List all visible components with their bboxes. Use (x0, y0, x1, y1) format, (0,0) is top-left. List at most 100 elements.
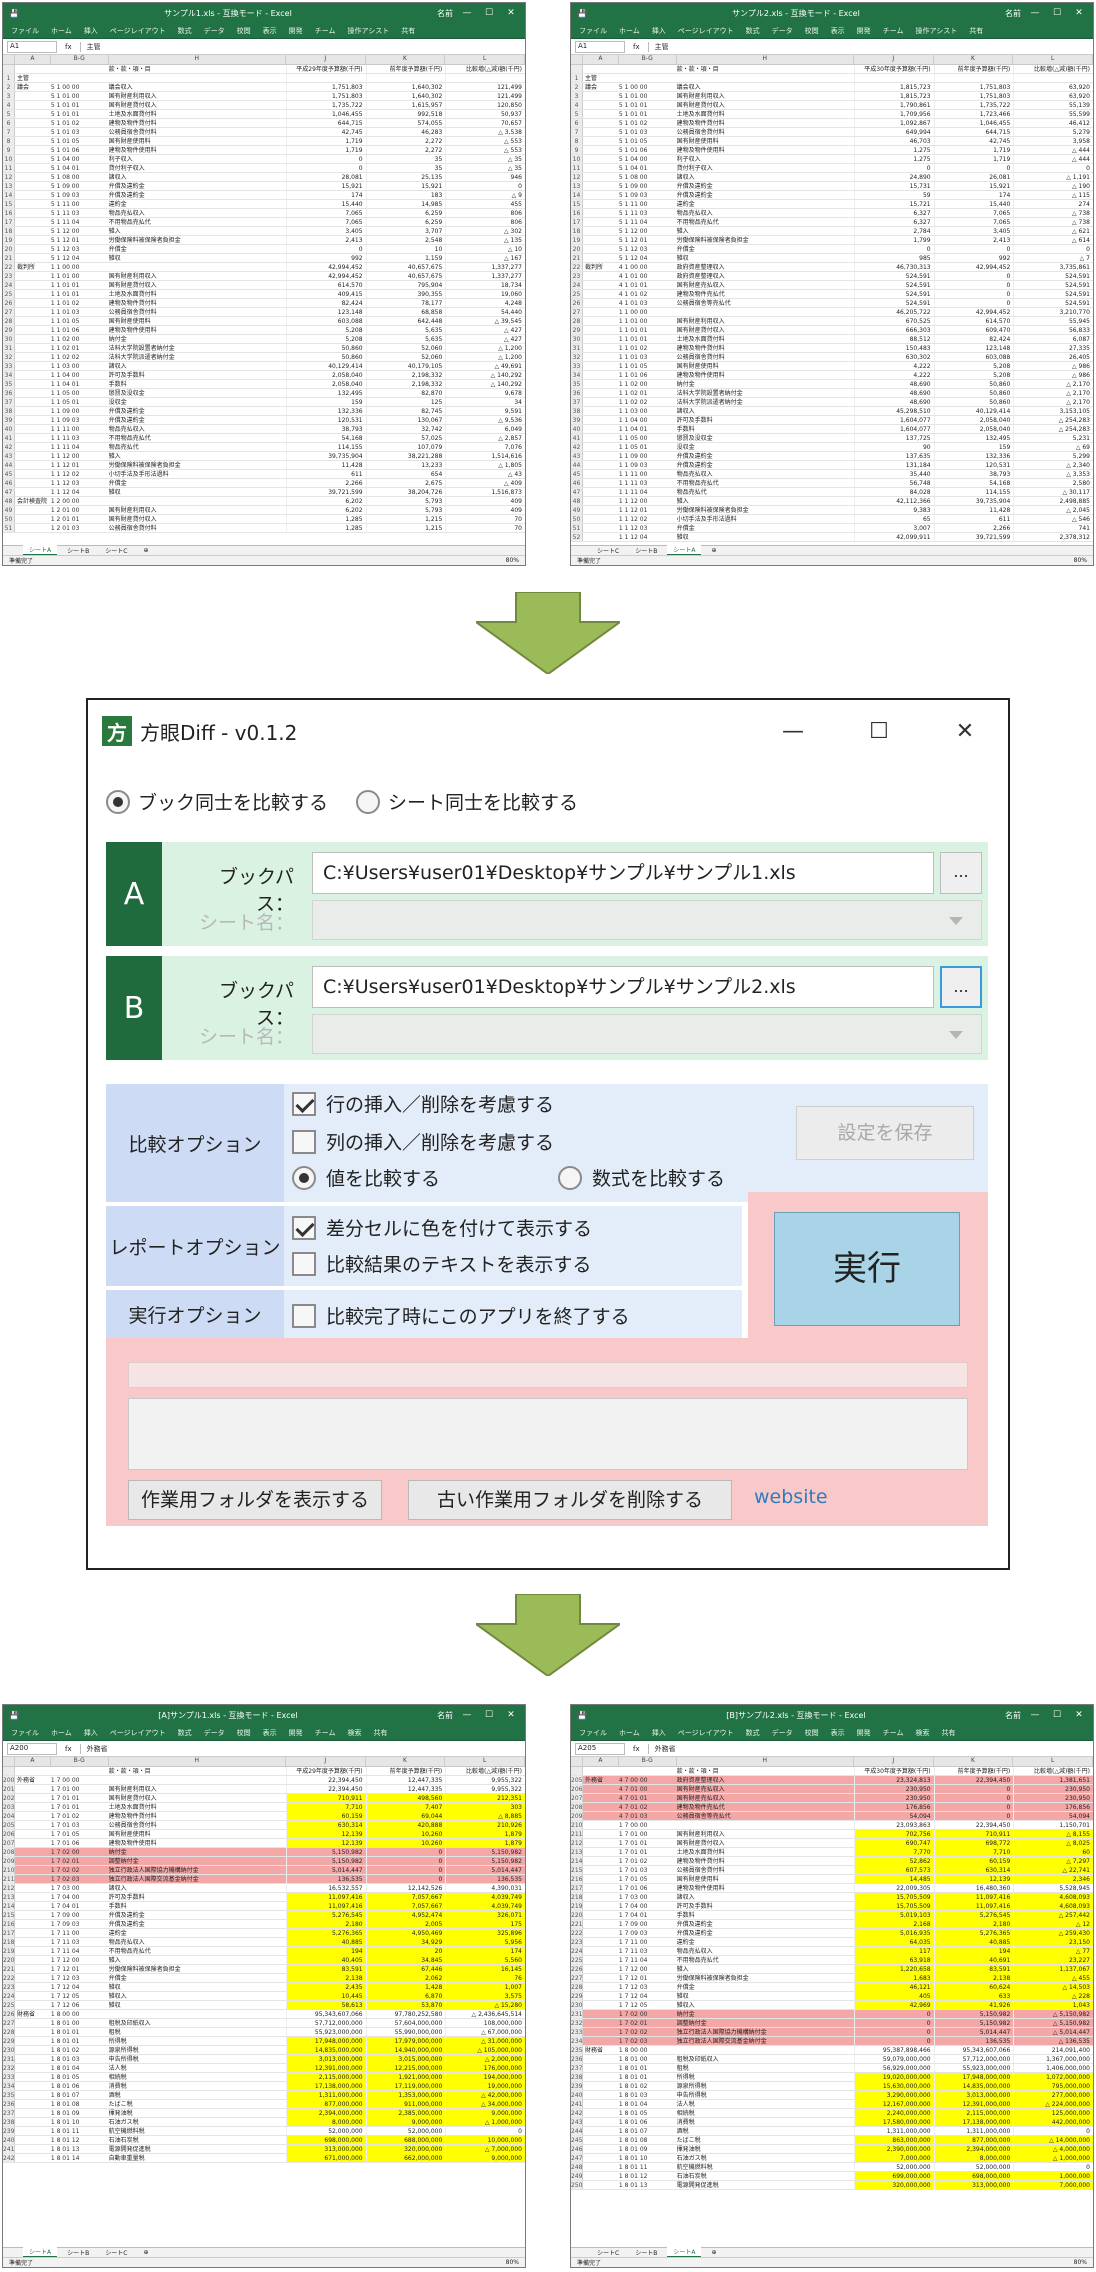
table-row[interactable]: 229 1 8 01 01 所得税 17,948,000,000 17,979,000,… (3, 2037, 525, 2046)
ribbon-tab[interactable]: 共有 (373, 1728, 387, 1738)
table-row[interactable]: 217 1 7 01 06 建物及物件使用料 22,009,305 16,480,360… (571, 1884, 1093, 1893)
table-row[interactable]: 46 1 1 12 03 弁償金 2,266 2,675 △ 409 (3, 479, 525, 488)
table-row[interactable]: 215 1 7 01 03 公務員宿舎貸付料 607,573 630,314 △ 22,7… (571, 1866, 1093, 1875)
table-row[interactable]: 250 1 8 01 13 電源開発促進税 320,000,000 313,000,00… (571, 2181, 1093, 2190)
ribbon-tab[interactable]: 表示 (831, 26, 845, 36)
ribbon-tab[interactable]: データ (772, 1728, 793, 1738)
ribbon-tab[interactable]: 開発 (289, 26, 303, 36)
ribbon-tab[interactable]: 表示 (263, 26, 277, 36)
table-row[interactable]: 37 1 1 05 01 没収金 159 125 34 (3, 398, 525, 407)
table-row[interactable]: 12 5 1 08 00 諸収入 28,081 25,135 946 (3, 173, 525, 182)
minimize-button[interactable]: — (750, 706, 836, 756)
table-row[interactable]: 32 1 1 01 03 公務員宿舎貸付料 630,302 603,088 26,405 (571, 353, 1093, 362)
sheet-tab[interactable]: シートB (61, 2248, 95, 2257)
ribbon-tab[interactable]: チーム (315, 1728, 336, 1738)
table-row[interactable]: 205 外務省 4 7 00 00 政府資産整理収入 23,324,813 22,394,… (571, 1776, 1093, 1785)
table-row[interactable]: 25 4 1 01 02 建物及物件売払代 524,591 0 524,591 (571, 290, 1093, 299)
table-row[interactable]: 48 会計検査院 1 2 00 00 6,202 5,793 409 (3, 497, 525, 506)
table-row[interactable]: 10 5 1 04 00 利子収入 0 35 △ 35 (3, 155, 525, 164)
ribbon-tab[interactable]: チーム (883, 26, 904, 36)
sheet-tab[interactable]: シートC (99, 2248, 133, 2257)
table-row[interactable]: 26 1 1 01 02 建物及物件貸付料 82,424 78,177 4,248 (3, 299, 525, 308)
zoom-level[interactable]: 80% (506, 557, 519, 564)
table-row[interactable]: 22 裁判所 4 1 00 00 政府資産整理収入 46,730,313 42,994,4… (571, 263, 1093, 272)
ribbon-tab[interactable]: 挿入 (84, 26, 98, 36)
table-row[interactable]: 65 1 01 02 建物及物件貸付料 644,715 574,055 70,657 (3, 119, 525, 128)
table-row[interactable]: 246 1 8 01 09 揮発油税 2,390,000,000 2,394,000,0… (571, 2145, 1093, 2154)
table-row[interactable]: 214 1 7 04 01 手数料 11,097,416 7,057,667 4,039,… (3, 1902, 525, 1911)
table-row[interactable]: 40 1 1 04 01 手数料 1,604,077 2,058,040 △ 254,28… (571, 425, 1093, 434)
maximize-icon[interactable]: ☐ (1049, 1710, 1065, 1720)
table-row[interactable]: 230 1 7 12 05 雑収入 42,969 41,926 1,043 (571, 2001, 1093, 2010)
save-icon[interactable]: 💾 (9, 1711, 19, 1720)
checkbox-unchecked-icon[interactable] (292, 1303, 316, 1328)
table-row[interactable]: 75 1 01 03 公務員宿舎貸付料 649,994 644,715 5,279 (571, 128, 1093, 137)
table-row[interactable]: 209 1 7 02 01 調整納付金 5,150,982 0 5,150,982 (3, 1857, 525, 1866)
checkbox-unchecked-icon[interactable] (292, 1251, 316, 1276)
zoom-level[interactable]: 80% (1074, 557, 1087, 564)
table-row[interactable]: 232 1 7 02 01 調整納付金 0 5,150,982 △ 5,150,982 (571, 2019, 1093, 2028)
ribbon-tab[interactable]: ファイル (11, 1728, 39, 1738)
table-row[interactable]: 243 1 8 01 06 消費税 17,580,000,000 17,138,000,… (571, 2118, 1093, 2127)
table-row[interactable]: 33 1 1 01 05 国有財産使用料 4,222 5,208 △ 986 (571, 362, 1093, 371)
table-row[interactable]: 25 1 1 01 01 土地及水面貸付料 409,415 390,355 19,060 (3, 290, 525, 299)
table-row[interactable]: 23 4 1 01 00 政府資産整理収入 524,591 0 524,591 (571, 272, 1093, 281)
table-row[interactable]: 31 1 1 01 02 建物及物件貸付料 150,483 123,148 27,335 (571, 344, 1093, 353)
table-row[interactable]: 225 1 7 11 04 不用物品売払代 63,918 40,691 23,227 (571, 1956, 1093, 1965)
table-row[interactable]: 11 5 1 04 01 貸付利子収入 0 0 0 (571, 164, 1093, 173)
minimize-icon[interactable]: — (459, 1710, 475, 1720)
radio-unselected-icon[interactable] (558, 1165, 582, 1190)
name-box[interactable]: A1 (7, 40, 57, 53)
table-row[interactable]: 30 1 1 02 00 納付金 5,208 5,635 △ 427 (3, 335, 525, 344)
table-row[interactable]: 230 1 8 01 02 源泉所得税 14,835,000,000 14,940,00… (3, 2046, 525, 2055)
table-row[interactable]: 47 1 1 12 04 雑収 39,721,599 38,204,726 1,516,8… (3, 488, 525, 497)
close-icon[interactable]: ✕ (503, 1710, 519, 1720)
table-row[interactable]: 204 1 7 01 02 建物及物件貸付料 60,159 69,044 △ 8,885 (3, 1812, 525, 1821)
table-row[interactable]: 24 1 1 01 01 国有財産貸付収入 614,570 795,904 18,734 (3, 281, 525, 290)
table-row[interactable]: 240 1 8 01 12 石油石炭税 698,000,000 688,000,000 1… (3, 2136, 525, 2145)
ribbon-tab[interactable]: ファイル (579, 26, 607, 36)
table-row[interactable]: 2 議会 5 1 00 00 議会収入 1,815,723 1,751,803 63,920 (571, 83, 1093, 92)
table-row[interactable]: 203 1 7 01 01 土地及水面貸付料 7,710 7,407 303 (3, 1803, 525, 1812)
table-row[interactable]: 23 1 1 01 00 国有財産利用収入 42,994,452 40,657,675 1… (3, 272, 525, 281)
table-row[interactable]: 35 1 1 02 00 納付金 48,690 50,860 △ 2,170 (571, 380, 1093, 389)
table-row[interactable]: 217 1 7 11 00 違約金 5,276,365 4,950,469 325,896 (3, 1929, 525, 1938)
ribbon-tab[interactable]: 検索 (347, 1728, 361, 1738)
ribbon-tab[interactable]: ホーム (51, 1728, 72, 1738)
table-row[interactable]: 39 1 1 04 00 許可及手数料 1,604,077 2,058,040 △ 254… (571, 416, 1093, 425)
table-row[interactable]: 42 1 1 11 04 物品売払代 114,155 107,079 7,076 (3, 443, 525, 452)
sheet-tab[interactable]: シートB (629, 2248, 663, 2257)
table-row[interactable]: 222 1 7 12 03 弁償金 2,138 2,062 76 (3, 1974, 525, 1983)
table-row[interactable]: 1 主管 (3, 74, 525, 83)
table-row[interactable]: 17 5 1 11 04 不用物品売払代 7,065 6,259 806 (3, 218, 525, 227)
table-row[interactable]: 210 1 7 02 02 独立行政法人国際協力機構納付金 5,014,447 0 5,0… (3, 1866, 525, 1875)
sheet-grid[interactable]: 款・款・項・目 平成29年度予算額(千円) 前年度予算額(千円) 比較増(△減)額(千… (3, 1767, 525, 2247)
table-row[interactable]: 38 1 1 09 00 弁償及違約金 132,336 82,745 9,591 (3, 407, 525, 416)
table-row[interactable]: 213 1 7 04 00 許可及手数料 11,097,416 7,057,667 4,0… (3, 1893, 525, 1902)
table-row[interactable]: 208 1 7 02 00 納付金 5,150,982 0 5,150,982 (3, 1848, 525, 1857)
table-row[interactable]: 231 1 8 01 03 申告所得税 3,013,000,000 3,015,000,… (3, 2055, 525, 2064)
table-row[interactable]: 28 1 1 01 00 国有財産利用収入 670,525 614,570 55,945 (571, 317, 1093, 326)
table-row[interactable]: 249 1 8 01 12 石油石炭税 699,000,000 698,000,000 1… (571, 2172, 1093, 2181)
table-row[interactable]: 30 1 1 01 01 土地及水面貸付料 88,512 82,424 6,087 (571, 335, 1093, 344)
table-row[interactable]: 46 1 1 11 03 不用物品売払代 56,748 54,168 2,580 (571, 479, 1093, 488)
ribbon-tab[interactable]: ファイル (579, 1728, 607, 1738)
table-row[interactable]: 29 1 1 01 06 建物及物件使用料 5,208 5,635 △ 427 (3, 326, 525, 335)
ribbon-tab[interactable]: チーム (883, 1728, 904, 1738)
table-row[interactable]: 28 1 1 01 05 国有財産使用料 603,088 642,448 △ 39,545 (3, 317, 525, 326)
zoom-level[interactable]: 80% (506, 2259, 519, 2266)
table-row[interactable]: 85 1 01 05 国有財産使用料 1,719 2,272 △ 553 (3, 137, 525, 146)
website-link[interactable]: website (754, 1486, 828, 1508)
maximize-button[interactable]: ☐ (836, 706, 922, 756)
table-row[interactable]: 40 1 1 11 00 物品売払収入 38,793 32,742 6,049 (3, 425, 525, 434)
ribbon-tab[interactable]: ページレイアウト (110, 26, 166, 36)
add-sheet-icon[interactable]: ⊕ (705, 547, 722, 554)
name-box[interactable]: A1 (575, 40, 625, 53)
table-row[interactable]: 10 5 1 04 00 利子収入 1,275 1,719 △ 444 (571, 155, 1093, 164)
table-row[interactable]: 35 1 1 04 01 手数料 2,058,040 2,198,332 △ 140,29… (3, 380, 525, 389)
ribbon-tab[interactable]: 表示 (263, 1728, 277, 1738)
maximize-icon[interactable]: ☐ (1049, 8, 1065, 18)
table-row[interactable]: 35 1 01 00 国有財産利用収入 1,751,803 1,640,302 121,… (3, 92, 525, 101)
table-row[interactable]: 245 1 8 01 08 たばこ税 863,000,000 877,000,000 △ … (571, 2136, 1093, 2145)
radio-unselected-icon[interactable] (356, 789, 381, 814)
